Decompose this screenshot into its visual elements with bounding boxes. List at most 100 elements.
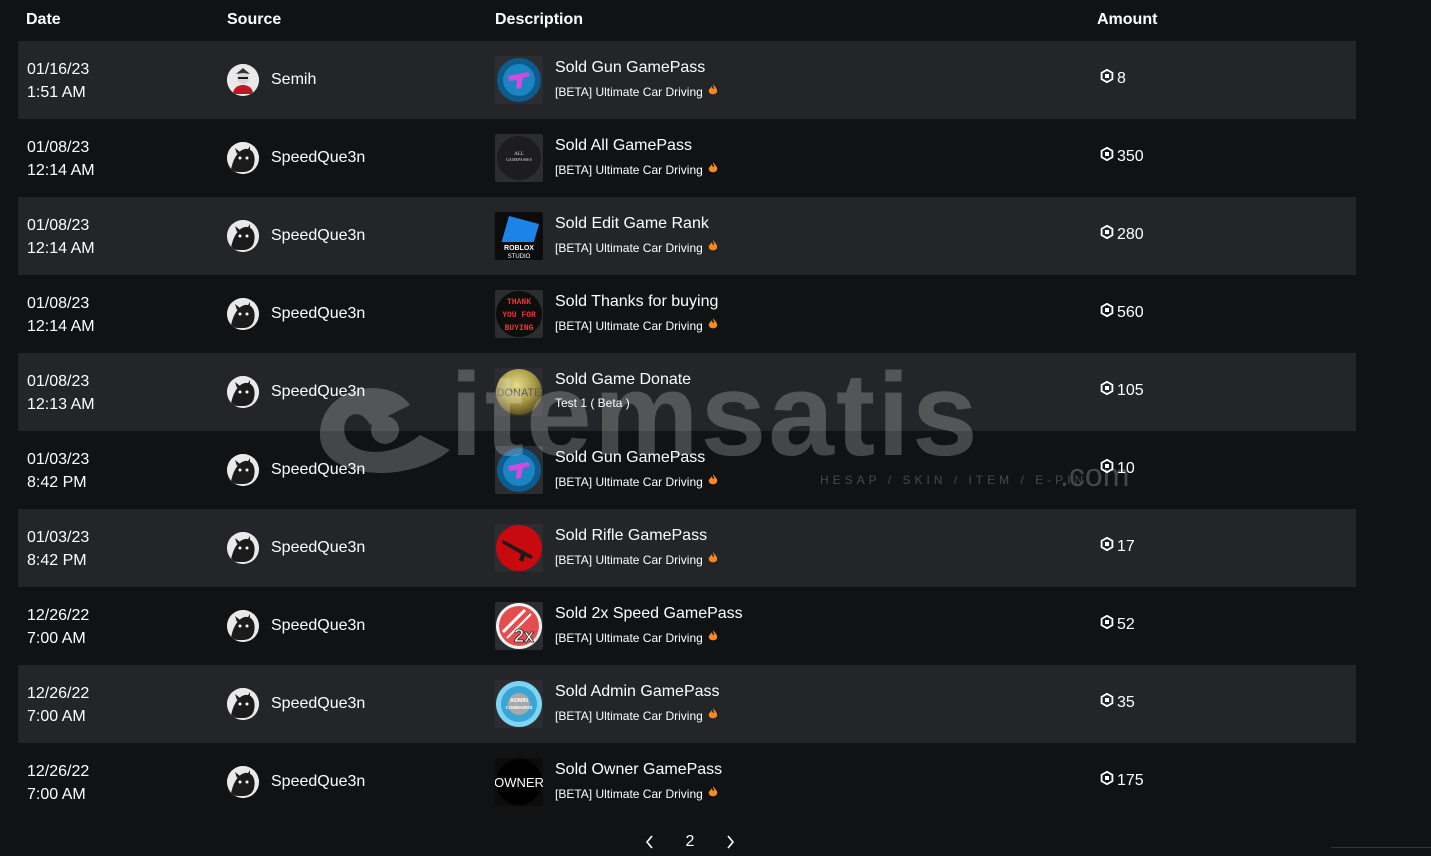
gun-gamepass-thumbnail-icon[interactable] <box>495 56 543 104</box>
row-source-name[interactable]: SpeedQue3n <box>271 773 365 791</box>
row-place-name[interactable]: [BETA] Ultimate Car Driving <box>555 241 703 255</box>
row-description-place[interactable]: [BETA] Ultimate Car Driving <box>555 786 718 801</box>
row-description-place[interactable]: [BETA] Ultimate Car Driving <box>555 630 718 645</box>
thank-you-thumbnail-icon[interactable]: THANK YOU FOR BUYING <box>495 290 543 338</box>
robux-icon <box>1100 302 1114 322</box>
speedque3n-avatar-icon[interactable] <box>227 298 259 330</box>
row-date-day: 01/03/23 <box>27 529 90 546</box>
row-description-place[interactable]: [BETA] Ultimate Car Driving <box>555 240 718 255</box>
table-row: 01/08/23 12:14 AM SpeedQue3n ALL GAMEPASSES S… <box>18 119 1356 197</box>
speedque3n-avatar-icon[interactable] <box>227 688 259 720</box>
row-source[interactable]: SpeedQue3n <box>227 688 365 720</box>
row-date-day: 12/26/22 <box>27 607 90 624</box>
row-amount: 35 <box>1100 692 1135 712</box>
flame-icon <box>708 630 718 645</box>
table-row: 01/16/23 1:51 AM Semih Sold Gun GamePass [BE… <box>18 41 1356 119</box>
semih-avatar-icon[interactable] <box>227 64 259 96</box>
row-description-place[interactable]: [BETA] Ultimate Car Driving <box>555 708 718 723</box>
flame-icon <box>708 786 718 801</box>
robux-icon <box>1100 68 1114 88</box>
row-amount-value: 350 <box>1117 147 1144 165</box>
row-description-place[interactable]: Test 1 ( Beta ) <box>555 396 630 410</box>
robux-icon <box>1100 770 1114 790</box>
row-description-title: Sold Admin GamePass <box>555 683 720 700</box>
row-amount: 10 <box>1100 458 1135 478</box>
roblox-studio-thumbnail-icon[interactable]: ROBLOX STUDIO <box>495 212 543 260</box>
row-description-title: Sold Owner GamePass <box>555 761 723 778</box>
speedque3n-avatar-icon[interactable] <box>227 532 259 564</box>
row-source-name[interactable]: SpeedQue3n <box>271 383 365 401</box>
row-source-name[interactable]: SpeedQue3n <box>271 227 365 245</box>
prev-page-button[interactable] <box>640 832 660 852</box>
current-page[interactable]: 2 <box>686 833 695 851</box>
row-place-name[interactable]: Test 1 ( Beta ) <box>555 396 630 410</box>
next-page-button[interactable] <box>720 832 740 852</box>
speed-2x-thumbnail-icon[interactable]: 2x <box>495 602 543 650</box>
row-place-name[interactable]: [BETA] Ultimate Car Driving <box>555 553 703 567</box>
speedque3n-avatar-icon[interactable] <box>227 610 259 642</box>
row-source-name[interactable]: SpeedQue3n <box>271 305 365 323</box>
row-description-place[interactable]: [BETA] Ultimate Car Driving <box>555 552 718 567</box>
row-source-name[interactable]: SpeedQue3n <box>271 617 365 635</box>
row-amount: 350 <box>1100 146 1144 166</box>
row-description-place[interactable]: [BETA] Ultimate Car Driving <box>555 84 718 99</box>
row-date-time: 7:00 AM <box>27 786 86 803</box>
table-row: 12/26/22 7:00 AM SpeedQue3n ADMIN COMMANDS So… <box>18 665 1356 743</box>
row-description-place[interactable]: [BETA] Ultimate Car Driving <box>555 318 718 333</box>
row-source[interactable]: SpeedQue3n <box>227 610 365 642</box>
row-place-name[interactable]: [BETA] Ultimate Car Driving <box>555 475 703 489</box>
row-source[interactable]: SpeedQue3n <box>227 298 365 330</box>
row-source[interactable]: SpeedQue3n <box>227 376 365 408</box>
row-date-time: 12:14 AM <box>27 318 95 335</box>
row-place-name[interactable]: [BETA] Ultimate Car Driving <box>555 709 703 723</box>
row-source-name[interactable]: SpeedQue3n <box>271 695 365 713</box>
speedque3n-avatar-icon[interactable] <box>227 142 259 174</box>
row-source[interactable]: SpeedQue3n <box>227 766 365 798</box>
admin-commands-thumbnail-icon[interactable]: ADMIN COMMANDS <box>495 680 543 728</box>
row-source-name[interactable]: SpeedQue3n <box>271 461 365 479</box>
row-source[interactable]: SpeedQue3n <box>227 454 365 486</box>
row-description-place[interactable]: [BETA] Ultimate Car Driving <box>555 474 718 489</box>
row-place-name[interactable]: [BETA] Ultimate Car Driving <box>555 319 703 333</box>
row-source[interactable]: SpeedQue3n <box>227 532 365 564</box>
row-place-name[interactable]: [BETA] Ultimate Car Driving <box>555 163 703 177</box>
transactions-page: Date Source Description Amount 01/16/23 1… <box>0 0 1431 856</box>
row-source[interactable]: SpeedQue3n <box>227 142 365 174</box>
row-place-name[interactable]: [BETA] Ultimate Car Driving <box>555 787 703 801</box>
row-description-place[interactable]: [BETA] Ultimate Car Driving <box>555 162 718 177</box>
row-place-name[interactable]: [BETA] Ultimate Car Driving <box>555 85 703 99</box>
row-amount-value: 280 <box>1117 225 1144 243</box>
row-date-day: 01/08/23 <box>27 217 90 234</box>
row-place-name[interactable]: [BETA] Ultimate Car Driving <box>555 631 703 645</box>
speedque3n-avatar-icon[interactable] <box>227 454 259 486</box>
gun-gamepass-thumbnail-icon[interactable] <box>495 446 543 494</box>
row-description-title: Sold Edit Game Rank <box>555 215 709 232</box>
row-source[interactable]: Semih <box>227 64 316 96</box>
header-date: Date <box>26 11 61 28</box>
owner-thumbnail-icon[interactable]: OWNER <box>495 758 543 806</box>
row-date: 12/26/22 7:00 AM <box>27 604 89 650</box>
rifle-gamepass-thumbnail-icon[interactable] <box>495 524 543 572</box>
row-date-day: 01/16/23 <box>27 61 90 78</box>
row-source-name[interactable]: SpeedQue3n <box>271 539 365 557</box>
row-source-name[interactable]: Semih <box>271 71 316 89</box>
row-amount: 560 <box>1100 302 1144 322</box>
svg-text:GAMEPASSES: GAMEPASSES <box>506 157 532 162</box>
row-description-title: Sold Game Donate <box>555 371 692 388</box>
speedque3n-avatar-icon[interactable] <box>227 220 259 252</box>
row-source[interactable]: SpeedQue3n <box>227 220 365 252</box>
row-source-name[interactable]: SpeedQue3n <box>271 149 365 167</box>
row-description: ALL GAMEPASSES Sold All GamePass [BETA] Ult… <box>495 134 1055 182</box>
donate-thumbnail-icon[interactable]: DONATE <box>495 368 543 416</box>
all-gamepass-thumbnail-icon[interactable]: ALL GAMEPASSES <box>495 134 543 182</box>
row-amount: 52 <box>1100 614 1135 634</box>
row-date: 01/08/23 12:14 AM <box>27 136 95 182</box>
speedque3n-avatar-icon[interactable] <box>227 766 259 798</box>
table-row: 01/08/23 12:14 AM SpeedQue3n THANK YOU FOR BU… <box>18 275 1356 353</box>
row-date-day: 01/03/23 <box>27 451 90 468</box>
row-date: 12/26/22 7:00 AM <box>27 682 89 728</box>
header-amount: Amount <box>1097 11 1158 28</box>
row-amount-value: 52 <box>1117 615 1135 633</box>
transactions-table: 01/16/23 1:51 AM Semih Sold Gun GamePass [BE… <box>18 41 1356 821</box>
speedque3n-avatar-icon[interactable] <box>227 376 259 408</box>
